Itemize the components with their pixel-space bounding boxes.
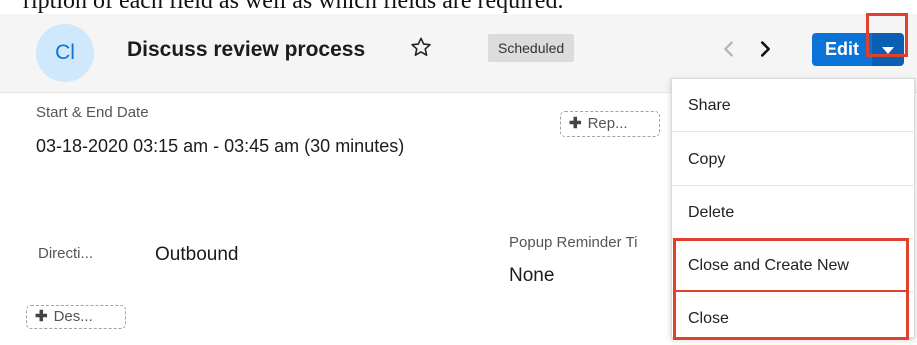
plus-icon: ✚ bbox=[35, 308, 48, 325]
start-end-date-value: 03-18-2020 03:15 am - 03:45 am (30 minut… bbox=[36, 136, 405, 156]
chevron-right-icon[interactable] bbox=[754, 38, 776, 60]
actions-dropdown-button[interactable] bbox=[872, 33, 904, 66]
menu-item-copy[interactable]: Copy bbox=[672, 133, 914, 186]
chevron-left-icon[interactable] bbox=[718, 38, 740, 60]
add-description-button[interactable]: ✚ Des... bbox=[26, 305, 126, 329]
status-badge: Scheduled bbox=[488, 34, 575, 62]
record-title: Discuss review process bbox=[127, 38, 366, 61]
actions-dropdown-menu: Share Copy Delete Close and Create New C… bbox=[671, 78, 915, 338]
caret-down-icon bbox=[882, 47, 894, 54]
add-repeat-button[interactable]: ✚ Rep... bbox=[560, 111, 660, 137]
menu-item-close[interactable]: Close bbox=[672, 292, 914, 345]
direction-value[interactable]: Outbound bbox=[155, 244, 238, 266]
popup-reminder-value[interactable]: None bbox=[509, 265, 554, 287]
avatar: Cl bbox=[36, 24, 94, 82]
popup-reminder-label: Popup Reminder Ti bbox=[509, 234, 638, 251]
menu-item-delete[interactable]: Delete bbox=[672, 186, 914, 239]
description-button-label: Des... bbox=[53, 308, 93, 325]
edit-button[interactable]: Edit bbox=[812, 33, 872, 66]
menu-item-close-and-create-new[interactable]: Close and Create New bbox=[672, 239, 914, 292]
top-caption: ription of each field as well as which f… bbox=[0, 0, 917, 14]
repeat-button-label: Rep... bbox=[587, 115, 628, 132]
star-icon[interactable] bbox=[410, 36, 432, 58]
menu-item-share[interactable]: Share bbox=[672, 79, 914, 132]
start-end-date-label: Start & End Date bbox=[36, 104, 149, 121]
plus-icon: ✚ bbox=[569, 115, 582, 132]
direction-label: Directi... bbox=[38, 245, 94, 262]
top-caption-text: ription of each field as well as which f… bbox=[23, 0, 564, 14]
highlight-divider bbox=[675, 290, 907, 292]
